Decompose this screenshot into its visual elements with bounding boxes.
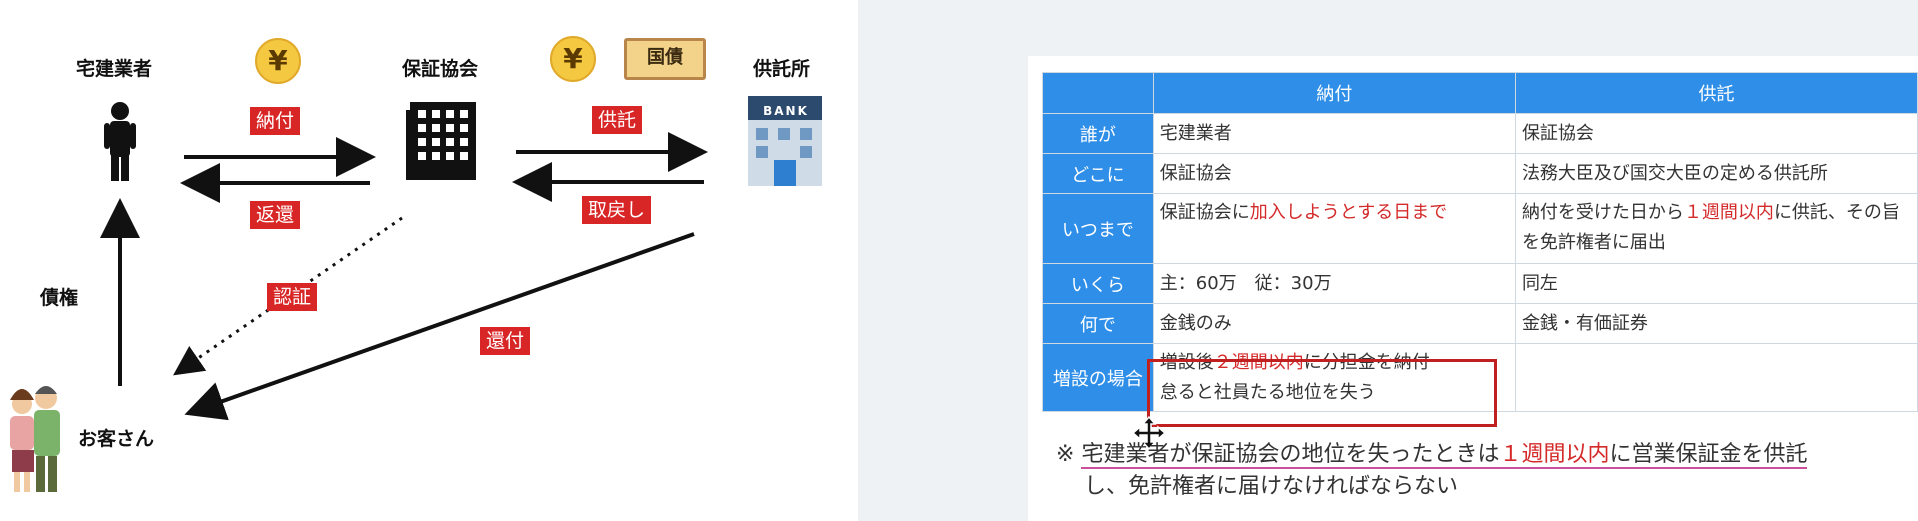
note-line1: 宅建業者が保証協会の地位を失ったときは１週間以内に営業保証金を供託 [1081,442,1808,469]
table-header-blank [1042,72,1154,114]
payment-cell: 宅建業者 [1152,113,1516,154]
deposit-tag: 供託 [592,106,643,134]
dealer-label: 宅建業者 [76,58,153,80]
deposit-cell [1514,343,1918,412]
depository-label: 供託所 [753,58,811,80]
table-row: どこに 保証協会 法務大臣及び国交大臣の定める供託所 [1042,153,1918,194]
customer-couple-icon [10,386,60,492]
row-label: どこに [1042,153,1154,194]
customer-label: お客さん [78,428,155,450]
claim-label: 債権 [40,287,79,309]
payment-cell: 保証協会 [1152,153,1516,194]
note-line2: し、免許権者に届けなければならない [1084,474,1459,499]
return-tag: 返還 [250,201,301,229]
row-label: 誰が [1042,113,1154,154]
yen-coin-icon: ¥ [255,38,301,84]
table-header-deposit: 供託 [1514,72,1918,114]
table-row: 何で 金銭のみ 金銭・有価証券 [1042,303,1918,344]
highlight-box [1147,359,1497,427]
table-row: 誰が 宅建業者 保証協会 [1042,113,1918,154]
building-icon [406,102,476,180]
payment-cell: 保証協会に加入しようとする日まで [1152,193,1516,264]
association-label: 保証協会 [402,58,479,80]
government-bond-icon: 国債 [624,38,706,80]
bank-sign: BANK [763,104,809,118]
payment-cell: 主：60万 従：30万 [1152,263,1516,304]
deposit-cell: 法務大臣及び国交大臣の定める供託所 [1514,153,1918,194]
withdraw-tag: 取戻し [582,196,652,224]
row-label: いくら [1042,263,1154,304]
note-mark: ※ [1056,442,1075,467]
footnote: ※ 宅建業者が保証協会の地位を失ったときは１週間以内に営業保証金を供託 し、免許… [1056,439,1916,503]
payment-cell: 金銭のみ [1152,303,1516,344]
payment-tag: 納付 [250,107,301,135]
row-label: 何で [1042,303,1154,344]
table-header-payment: 納付 [1152,72,1516,114]
refund-tag: 還付 [480,327,531,355]
table-row: いくら 主：60万 従：30万 同左 [1042,263,1918,304]
certify-tag: 認証 [267,283,318,311]
deposit-cell: 金銭・有価証券 [1514,303,1918,344]
yen-coin-icon: ¥ [550,36,596,82]
table-row: いつまで 保証協会に加入しようとする日まで 納付を受けた日から１週間以内に供託、… [1042,193,1918,264]
deposit-cell: 保証協会 [1514,113,1918,154]
deposit-cell: 納付を受けた日から１週間以内に供託、その旨を免許権者に届出 [1514,193,1918,264]
dealer-person-icon [104,102,136,181]
row-label: いつまで [1042,193,1154,264]
deposit-cell: 同左 [1514,263,1918,304]
comparison-panel: 納付 供託 誰が 宅建業者 保証協会 どこに 保証協会 法務大臣及び国交大臣の定… [1028,56,1918,521]
refund-arrow [184,232,695,421]
row-label: 増設の場合 [1042,343,1154,412]
table-header-row: 納付 供託 [1042,72,1918,114]
flow-diagram-panel: ¥ ¥ 国債 宅建業者 保証協会 供託所 お客さん 債権 納付 返還 供託 取戻… [0,0,858,521]
